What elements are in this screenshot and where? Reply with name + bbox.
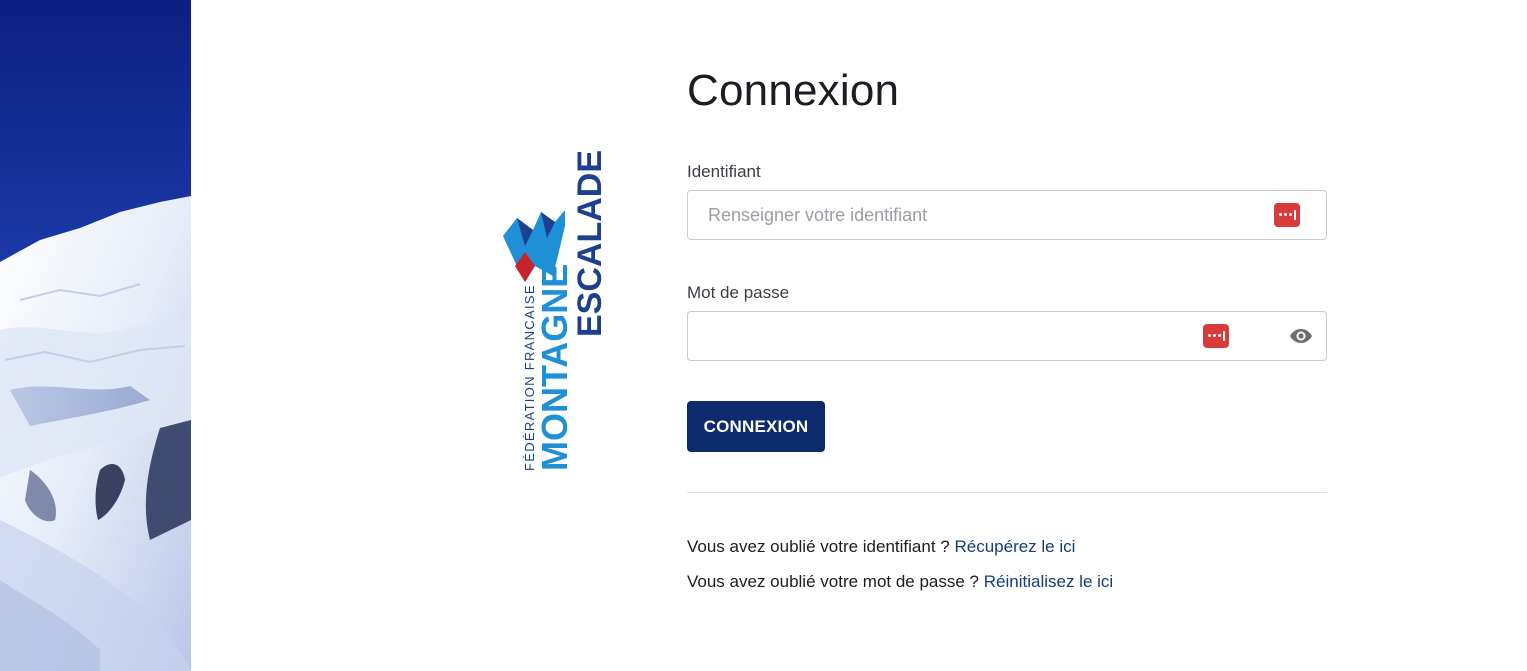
- login-button[interactable]: CONNEXION: [687, 401, 825, 452]
- password-input[interactable]: [688, 312, 1326, 360]
- mountain-hero-image: [0, 0, 191, 671]
- forgot-password-text: Vous avez oublié votre mot de passe ?: [687, 572, 980, 591]
- eye-icon[interactable]: [1289, 327, 1313, 345]
- logo-line-escalade: ESCALADE: [571, 150, 609, 337]
- password-label: Mot de passe: [687, 283, 790, 302]
- login-page: FÉDÉRATION FRANCAISE MONTAGNE ESCALADE C…: [0, 0, 1527, 671]
- page-title: Connexion: [687, 66, 900, 115]
- password-field-wrapper: [687, 311, 1327, 361]
- password-manager-icon[interactable]: [1203, 324, 1229, 348]
- reset-password-link[interactable]: Réinitialisez le ici: [984, 572, 1113, 591]
- password-manager-icon[interactable]: [1274, 203, 1300, 227]
- ffme-logo: FÉDÉRATION FRANCAISE MONTAGNE ESCALADE: [495, 126, 610, 476]
- username-input[interactable]: [688, 191, 1326, 239]
- forgot-username-line: Vous avez oublié votre identifiant ? Réc…: [687, 537, 1075, 557]
- forgot-username-text: Vous avez oublié votre identifiant ?: [687, 537, 950, 556]
- username-field-wrapper: [687, 190, 1327, 240]
- logo-line-montagne: MONTAGNE: [534, 264, 575, 471]
- forgot-password-line: Vous avez oublié votre mot de passe ? Ré…: [687, 572, 1113, 592]
- divider: [687, 492, 1327, 493]
- username-label: Identifiant: [687, 162, 761, 181]
- recover-username-link[interactable]: Récupérez le ici: [954, 537, 1075, 556]
